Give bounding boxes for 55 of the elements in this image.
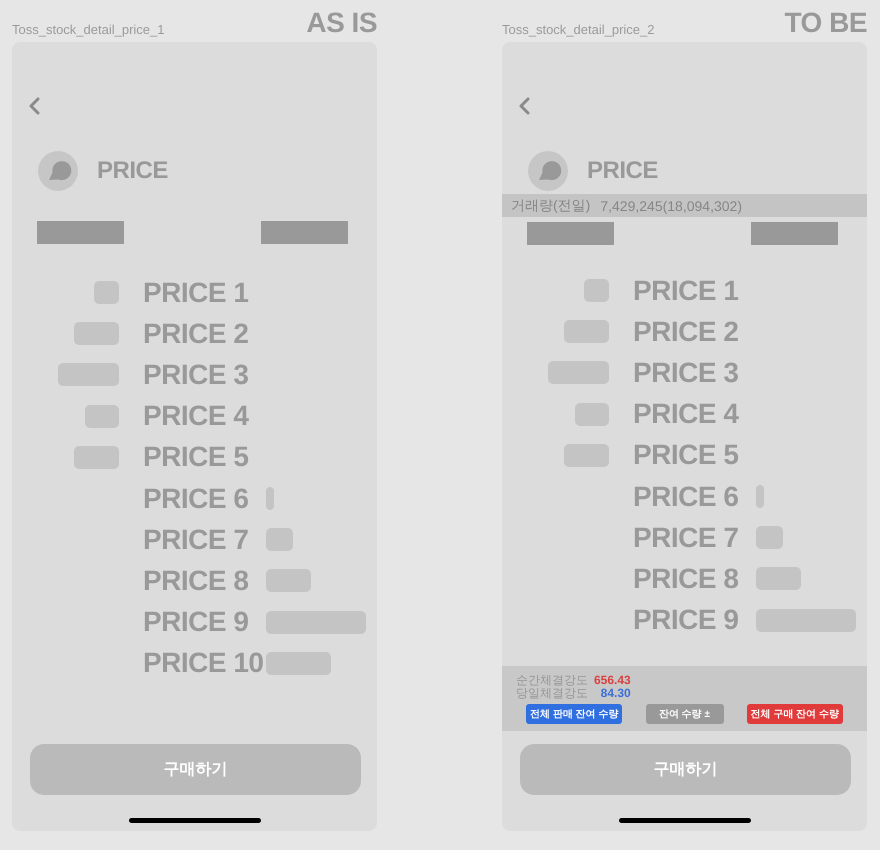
price-label: PRICE 1 bbox=[633, 274, 740, 307]
price-label: PRICE 8 bbox=[633, 562, 740, 595]
logo-icon bbox=[528, 151, 568, 191]
price-label: PRICE 5 bbox=[633, 439, 740, 472]
volume-label: 거래량(전일) bbox=[511, 196, 590, 214]
price-label: PRICE 3 bbox=[633, 356, 740, 389]
strength-value: 656.43 bbox=[594, 674, 631, 687]
volume-bar bbox=[564, 320, 609, 344]
version-tag: AS IS bbox=[306, 9, 377, 37]
price-label: PRICE 6 bbox=[143, 482, 250, 515]
price-label: PRICE 3 bbox=[143, 358, 250, 391]
quantity-button[interactable]: 전체 구매 잔여 수량 bbox=[746, 704, 843, 724]
volume-value: 7,429,245(18,094,302) bbox=[600, 198, 742, 214]
frame-label: Toss_stock_detail_price_2 bbox=[502, 22, 654, 37]
price-label: PRICE 4 bbox=[143, 400, 250, 432]
quantity-button[interactable]: 전체 판매 잔여 수량 bbox=[526, 704, 622, 724]
volume-bar bbox=[85, 404, 119, 428]
volume-bar bbox=[575, 402, 609, 426]
buy-button[interactable]: 구매하기 bbox=[520, 744, 851, 795]
price-label: PRICE 2 bbox=[633, 316, 740, 348]
volume-bar bbox=[266, 528, 293, 552]
price-label: PRICE 8 bbox=[143, 564, 250, 597]
volume-bar bbox=[74, 322, 119, 346]
price-label: PRICE 4 bbox=[633, 398, 740, 430]
price-label: PRICE 7 bbox=[143, 524, 250, 556]
volume-bar bbox=[756, 526, 783, 550]
price-label: PRICE 2 bbox=[143, 318, 250, 350]
version-tag: TO BE bbox=[784, 9, 867, 37]
quantity-button[interactable]: 잔여 수량 ± bbox=[646, 704, 724, 724]
back-icon[interactable] bbox=[28, 97, 40, 115]
volume-bar bbox=[266, 487, 274, 510]
volume-bar bbox=[58, 363, 119, 386]
logo-icon bbox=[38, 151, 78, 191]
volume-bar bbox=[584, 279, 609, 302]
volume-bar bbox=[266, 569, 311, 592]
volume-bar bbox=[74, 446, 119, 469]
frame-label: Toss_stock_detail_price_1 bbox=[12, 22, 164, 37]
price-label: PRICE 1 bbox=[143, 276, 250, 309]
buy-button[interactable]: 구매하기 bbox=[30, 744, 361, 795]
price-label: PRICE 10 bbox=[143, 647, 264, 680]
strength-value: 84.30 bbox=[600, 687, 631, 700]
back-icon[interactable] bbox=[518, 97, 530, 115]
volume-bar bbox=[564, 444, 609, 467]
volume-bar bbox=[756, 485, 764, 508]
stock-title: PRICE bbox=[97, 157, 168, 185]
volume-bar bbox=[94, 281, 119, 304]
volume-bar bbox=[548, 361, 609, 384]
stock-title: PRICE bbox=[587, 157, 658, 185]
volume-bar bbox=[266, 652, 331, 675]
price-label: PRICE 6 bbox=[633, 480, 740, 513]
price-label: PRICE 7 bbox=[633, 522, 740, 554]
price-label: PRICE 9 bbox=[633, 604, 740, 636]
volume-bar bbox=[756, 567, 801, 590]
price-label: PRICE 9 bbox=[143, 606, 250, 638]
price-label: PRICE 5 bbox=[143, 441, 250, 474]
